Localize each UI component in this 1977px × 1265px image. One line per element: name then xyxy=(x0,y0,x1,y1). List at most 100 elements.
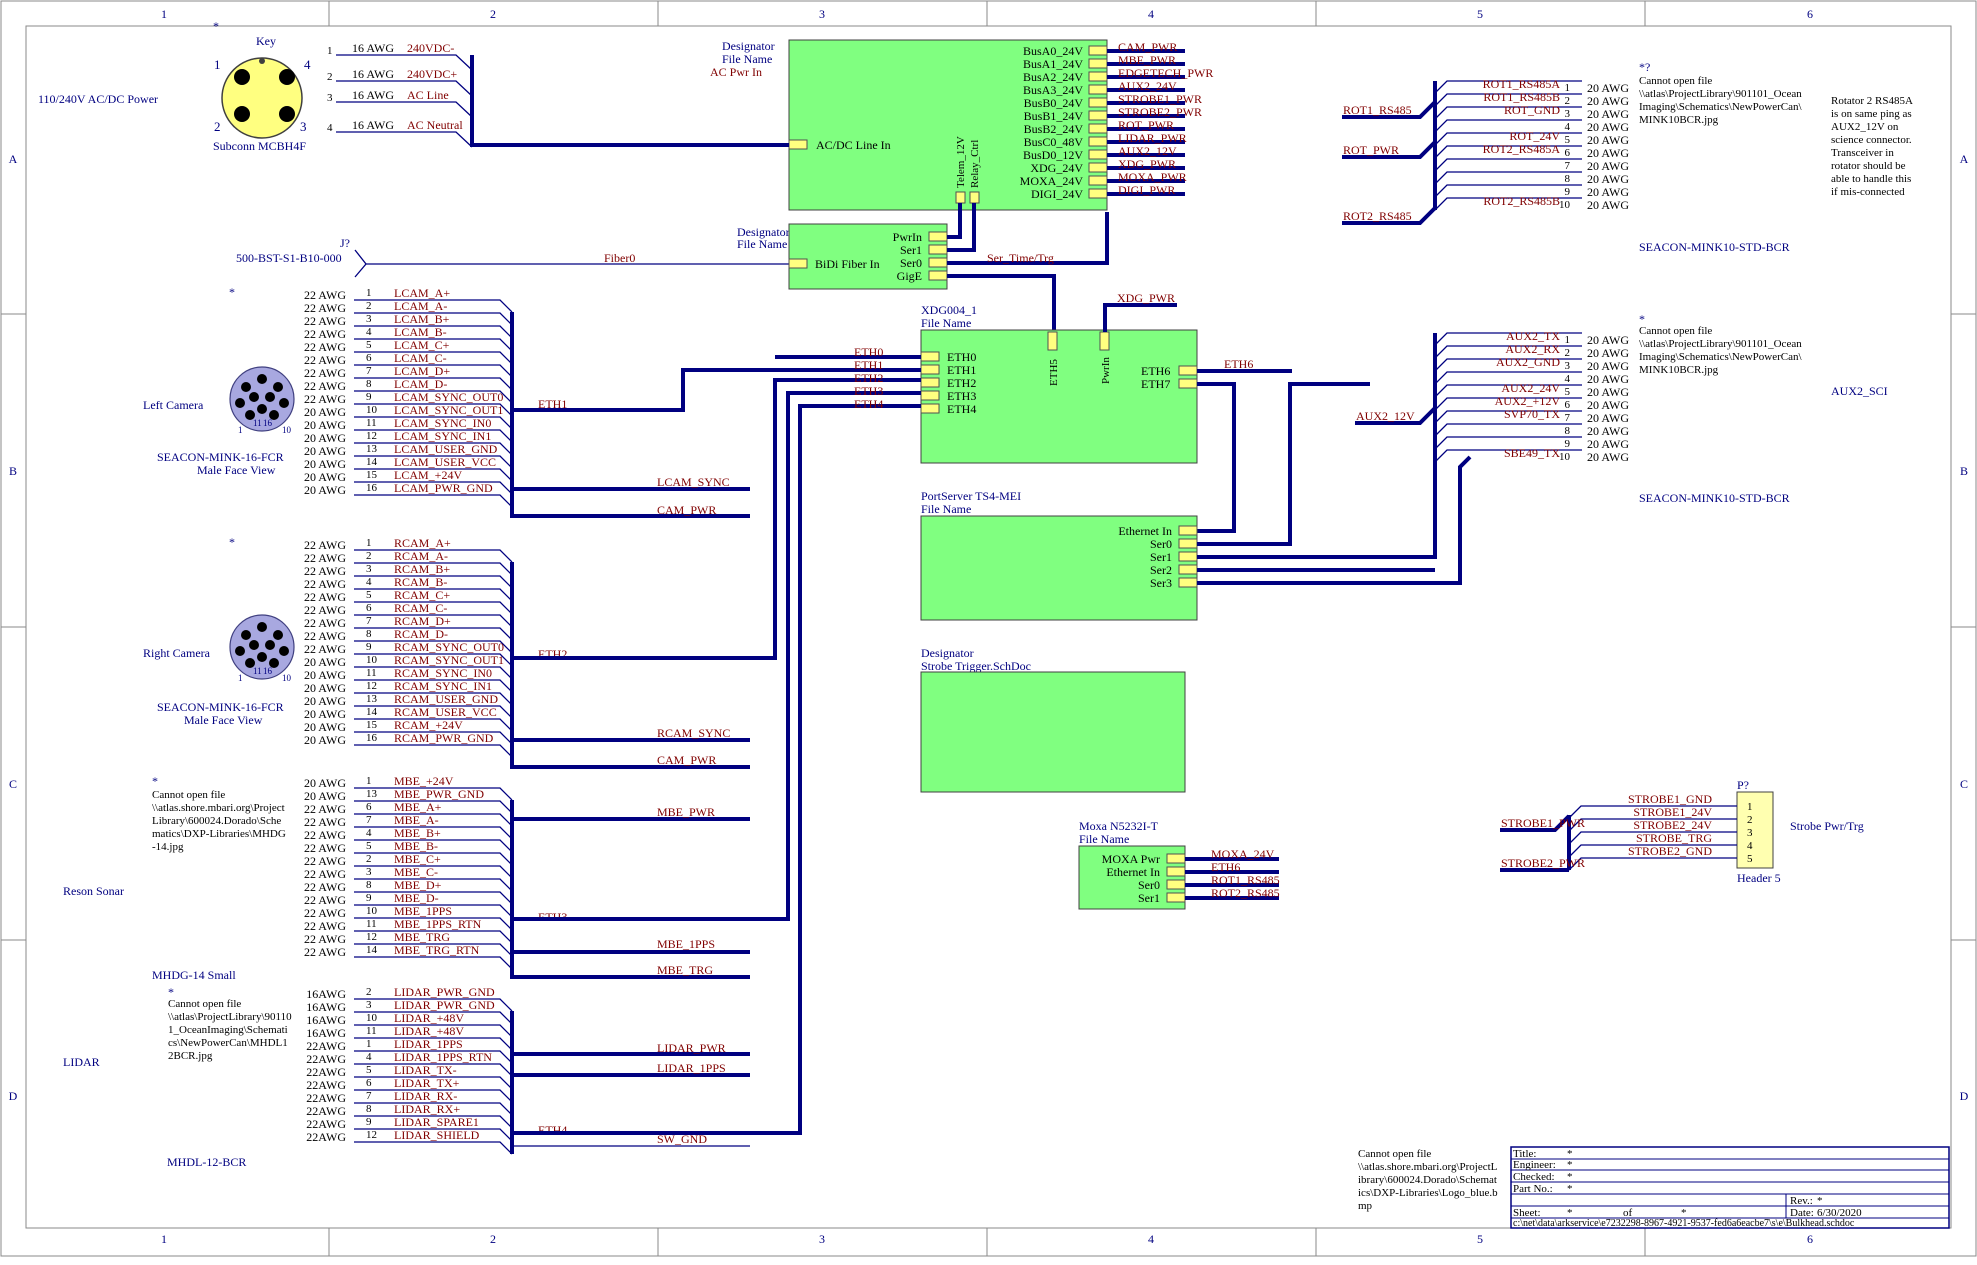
key-pin-4: 4 xyxy=(304,57,311,72)
lcam-gauge: 22 AWG xyxy=(304,288,346,302)
rotator-missing-line: Imaging\Schematics\NewPowerCan\ xyxy=(1639,101,1802,113)
aux2-pin-number: 2 xyxy=(1565,347,1571,359)
rcam-gauge: 20 AWG xyxy=(304,694,346,708)
mbe-pin-number: 6 xyxy=(366,801,372,813)
strobe-sheet-symbol[interactable] xyxy=(920,671,1186,793)
mbe-pin-number: 10 xyxy=(366,905,378,917)
fiber-out-port xyxy=(928,257,948,268)
fiber-out-port xyxy=(928,244,948,255)
eth1-net: ETH1 xyxy=(854,358,883,372)
acpwr-out-label: BusA2_24V xyxy=(1023,70,1083,84)
power-gauge: 16 AWG xyxy=(352,88,394,102)
acpwr-out-port xyxy=(1088,45,1108,56)
lidar-pin-number: 5 xyxy=(366,1064,372,1076)
xdg-eth6-port xyxy=(1178,365,1198,376)
rcam-gauge: 22 AWG xyxy=(304,616,346,630)
moxa-label: Ser0 xyxy=(1138,878,1160,892)
column-marker-top: 6 xyxy=(1807,7,1813,21)
acpwr-out-label: BusB0_24V xyxy=(1024,96,1084,110)
mbe-pin-number: 9 xyxy=(366,892,372,904)
acpwr-out-label: BusC0_48V xyxy=(1024,135,1084,149)
column-marker-bottom: 4 xyxy=(1148,1232,1154,1246)
rcam-pin-mark-11: 11 xyxy=(253,666,262,676)
left-camera-star: * xyxy=(229,285,235,299)
lidar-net-label: LIDAR_RX+ xyxy=(394,1102,460,1116)
lidar-gauge: 16AWG xyxy=(306,1026,346,1040)
acpwr-designator: Designator xyxy=(722,39,775,53)
mbe-net-label: MBE_1PPS xyxy=(394,904,452,918)
portserver-label: Ser2 xyxy=(1150,563,1172,577)
lidar-net-label: LIDAR_TX- xyxy=(394,1063,457,1077)
rot-wire xyxy=(1434,158,1582,172)
power-pin-number: 3 xyxy=(327,92,333,104)
title-block-label: Rev.: xyxy=(1790,1195,1813,1207)
lidar-pin-number: 10 xyxy=(366,1012,378,1024)
lcam-net-label: LCAM_C+ xyxy=(394,338,450,352)
lcam-gauge: 22 AWG xyxy=(304,340,346,354)
fiber-in-port xyxy=(788,258,808,269)
lcam-net-label: LCAM_SYNC_OUT1 xyxy=(394,403,503,417)
rotator-missing-line: \\atlas\ProjectLibrary\901101_Ocean xyxy=(1639,88,1802,100)
lcam-pin-number: 10 xyxy=(366,404,378,416)
acpwr-line-in-port xyxy=(788,139,808,150)
lcam-pin-mark-10: 10 xyxy=(282,425,292,435)
lidar-net-label: LIDAR_SPARE1 xyxy=(394,1115,479,1129)
aux2-gauge: 20 AWG xyxy=(1587,411,1629,425)
lcam-net-label: LCAM_A- xyxy=(394,299,447,313)
column-marker-bottom: 1 xyxy=(161,1232,167,1246)
power-wire xyxy=(336,101,473,118)
mbe-pin-number: 4 xyxy=(366,827,372,839)
lidar-pin-number: 3 xyxy=(366,999,372,1011)
lcam-net-label: LCAM_D- xyxy=(394,377,447,391)
portserver-label: Ser1 xyxy=(1150,550,1172,564)
lcam-net-label: LCAM_C- xyxy=(394,351,447,365)
rcam-pin-number: 2 xyxy=(366,550,372,562)
mbe-net-label: MBE_A+ xyxy=(394,800,442,814)
acpwr-out-label: BusA0_24V xyxy=(1023,44,1083,58)
rot-gauge: 20 AWG xyxy=(1587,133,1629,147)
lcam-sync-net: LCAM_SYNC xyxy=(657,475,730,489)
mbe-gauge: 22 AWG xyxy=(304,880,346,894)
rcam-gauge: 22 AWG xyxy=(304,538,346,552)
reson-missing-line: -14.jpg xyxy=(152,841,184,853)
lidar-wire xyxy=(354,1141,513,1155)
mbe-net-label: MBE_D+ xyxy=(394,878,442,892)
rotator-note-line: Transceiver in xyxy=(1831,147,1894,159)
lidar-missing-line: Cannot open file xyxy=(168,998,241,1010)
title-block-value: * xyxy=(1567,1159,1573,1171)
lcam-pin-number: 13 xyxy=(366,443,378,455)
rcam-pin-number: 13 xyxy=(366,693,378,705)
acpwr-out-label: XDG_24V xyxy=(1030,161,1083,175)
lidar-pin-number: 12 xyxy=(366,1129,377,1141)
lidar-title: LIDAR xyxy=(63,1055,100,1069)
key-label: Key xyxy=(256,34,276,48)
aux2-star: * xyxy=(1639,312,1645,326)
relay-port xyxy=(969,191,980,204)
lcam-net-label: LCAM_USER_GND xyxy=(394,442,498,456)
mbe-net-label: MBE_D- xyxy=(394,891,439,905)
title-block-label: Part No.: xyxy=(1513,1183,1553,1195)
strobe-net-label: STROBE1_GND xyxy=(1628,792,1712,806)
fiber-out-port xyxy=(928,231,948,242)
lidar-pin-number: 7 xyxy=(366,1090,372,1102)
acpwr-out-label: BusB2_24V xyxy=(1024,122,1084,136)
aux2-net-label: SBE49_TX xyxy=(1504,446,1560,460)
portserver-label: Ethernet In xyxy=(1118,524,1172,538)
rcam-net-label: RCAM_B- xyxy=(394,575,447,589)
strobe-title: Strobe Pwr/Trg xyxy=(1790,819,1864,833)
rcam-net-label: RCAM_SYNC_IN0 xyxy=(394,666,492,680)
acpwr-out-label: BusD0_12V xyxy=(1023,148,1083,162)
rot-pin-number: 5 xyxy=(1565,134,1571,146)
relay-label: Relay_Ctrl xyxy=(969,140,981,188)
mbe-wire xyxy=(354,956,513,970)
mbe-gauge: 22 AWG xyxy=(304,906,346,920)
rot-pin-number: 6 xyxy=(1565,147,1571,159)
aux2-net-label: AUX2_RX xyxy=(1505,342,1560,356)
mbe-pin-number: 7 xyxy=(366,814,372,826)
lcam-pin-number: 3 xyxy=(366,313,372,325)
aux2-connector: SEACON-MINK10-STD-BCR xyxy=(1639,491,1790,505)
rotator-missing-image-text: Cannot open file\\atlas\ProjectLibrary\9… xyxy=(1639,75,1802,126)
strobe-pin-number: 5 xyxy=(1747,853,1753,865)
rcam-net-label: RCAM_C+ xyxy=(394,588,450,602)
lidar-net-label: LIDAR_1PPS xyxy=(394,1037,463,1051)
